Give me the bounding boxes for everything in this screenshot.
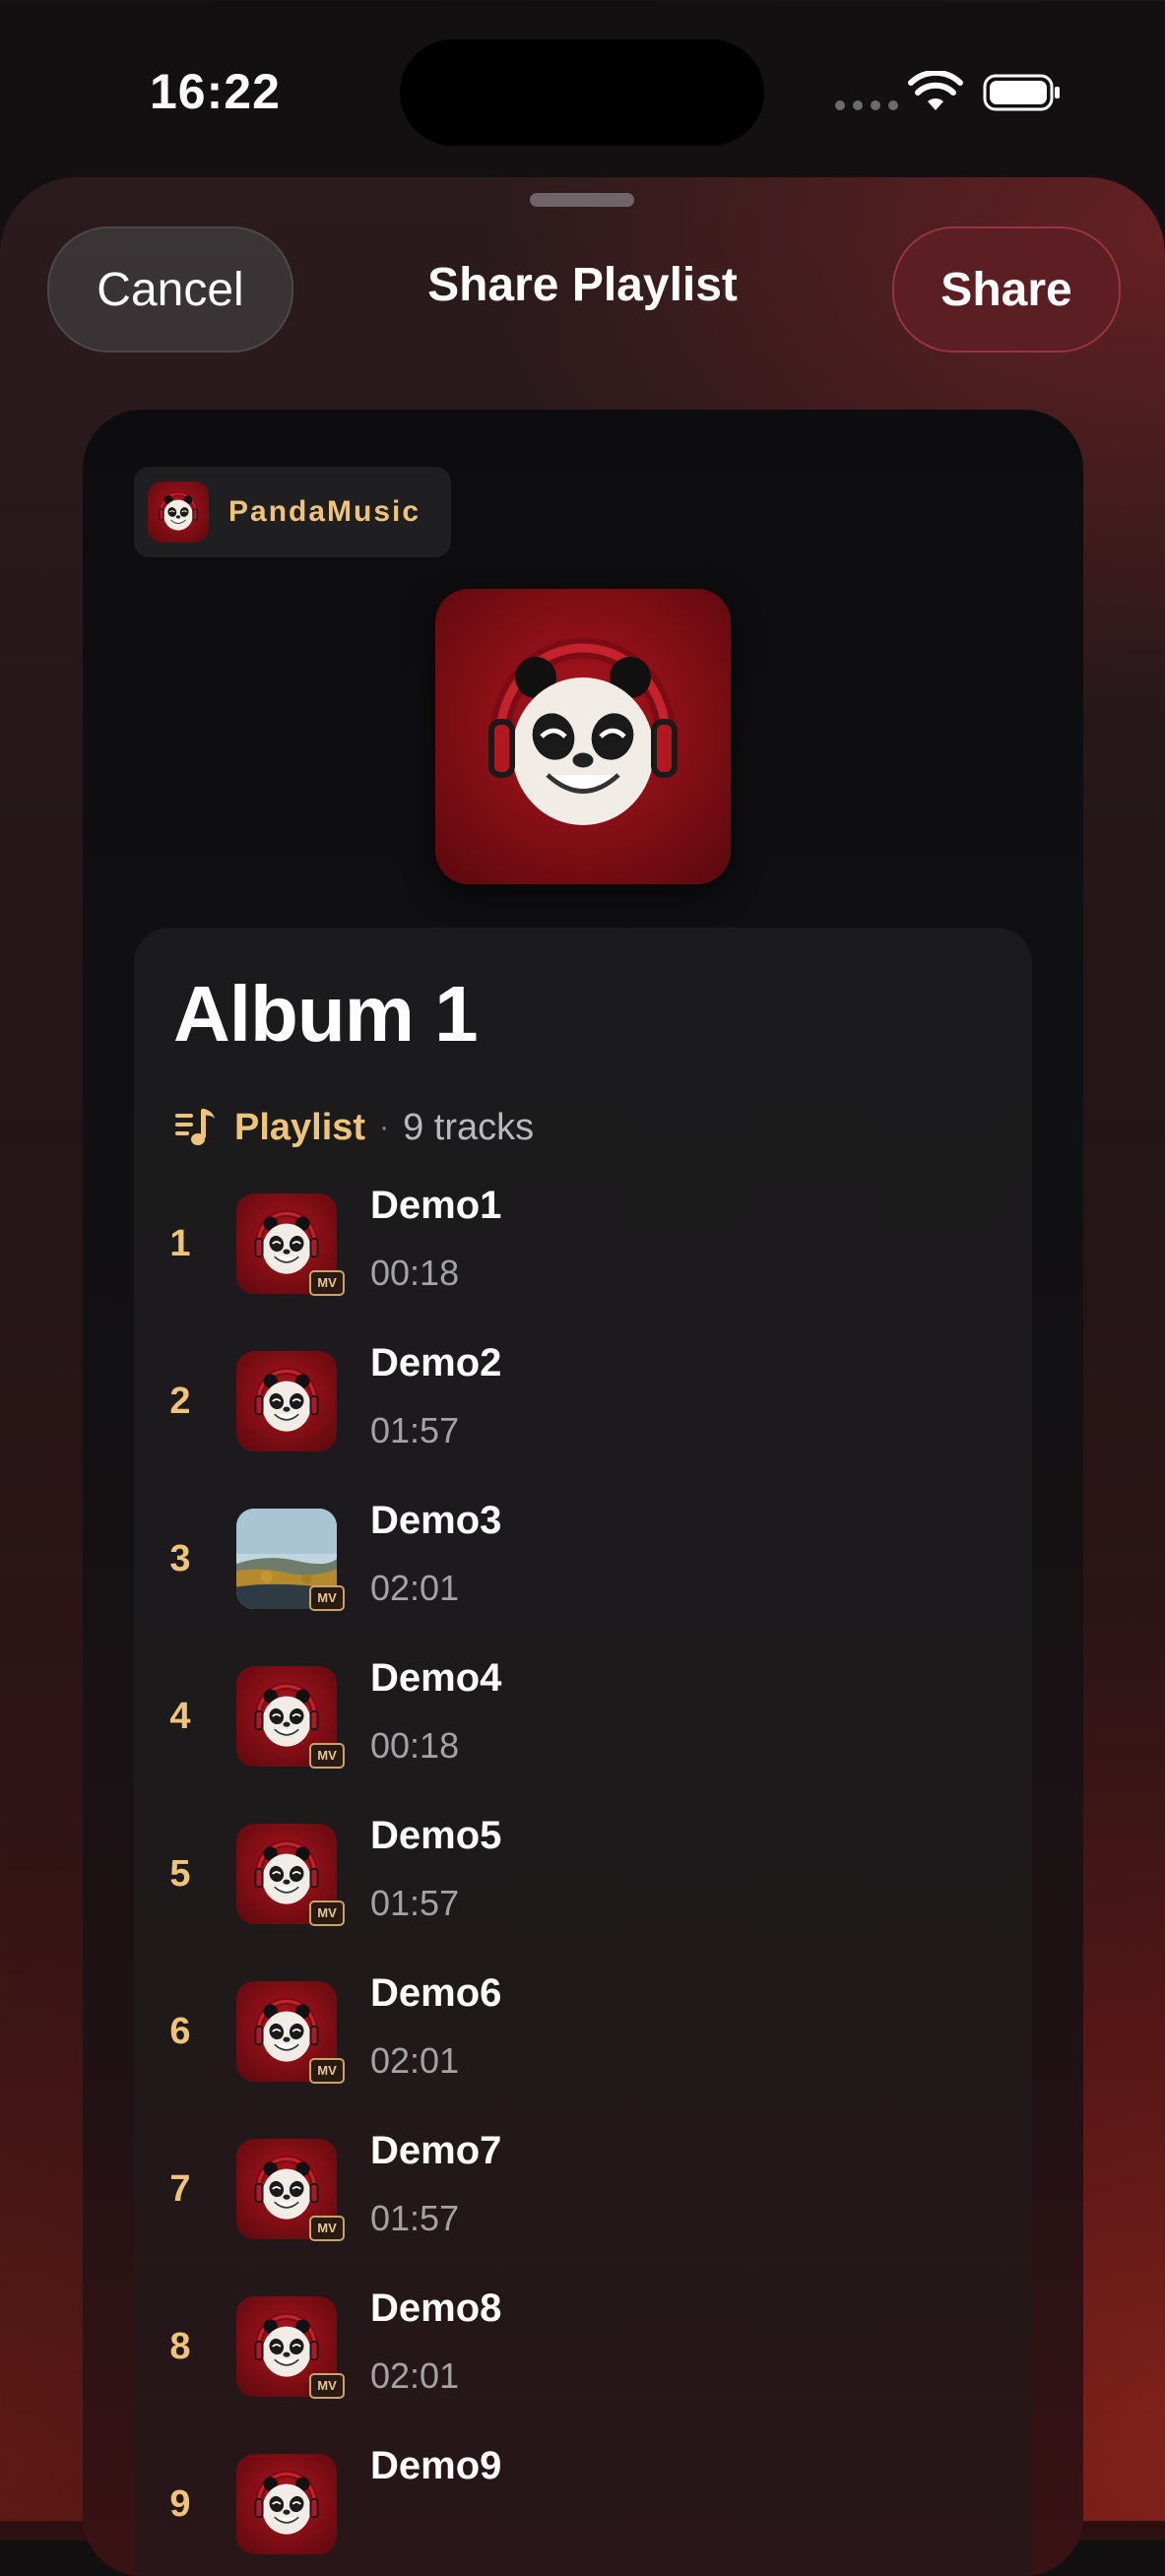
track-title: Demo3 <box>370 1499 502 1542</box>
track-title: Demo4 <box>370 1656 502 1700</box>
album-meta: Playlist · 9 tracks <box>173 1103 534 1152</box>
track-duration: 01:57 <box>370 2198 460 2238</box>
brand-chip: PandaMusic <box>134 467 451 557</box>
track-row[interactable]: 2 Demo2 01:57 <box>134 1341 1032 1479</box>
track-number: 4 <box>169 1696 191 1737</box>
track-duration: 00:18 <box>370 1253 460 1293</box>
cellular-signal-icon <box>835 100 898 110</box>
mv-badge: MV <box>309 1585 345 1611</box>
track-title: Demo5 <box>370 1814 502 1857</box>
track-count: 9 tracks <box>403 1106 535 1148</box>
track-number: 9 <box>169 2483 191 2525</box>
track-row[interactable]: 8 MV Demo8 02:01 <box>134 2286 1032 2424</box>
track-duration: 02:01 <box>370 2040 460 2081</box>
mv-badge: MV <box>309 2216 345 2241</box>
mv-badge: MV <box>309 2058 345 2084</box>
track-row[interactable]: 4 MV Demo4 00:18 <box>134 1656 1032 1794</box>
mv-badge: MV <box>309 2373 345 2399</box>
track-row[interactable]: 9 Demo9 <box>134 2444 1032 2576</box>
track-row[interactable]: 5 MV Demo5 01:57 <box>134 1814 1032 1952</box>
track-title: Demo8 <box>370 2286 502 2330</box>
share-card: PandaMusic Album 1 Playlist · 9 tracks 1… <box>83 410 1083 2576</box>
panda-headphones-art <box>236 2454 337 2554</box>
battery-icon <box>983 74 1060 111</box>
track-title: Demo9 <box>370 2444 502 2487</box>
dynamic-island <box>400 39 764 146</box>
track-number: 7 <box>169 2168 191 2210</box>
track-number: 8 <box>169 2326 191 2367</box>
sheet-grabber[interactable] <box>530 193 634 207</box>
track-row[interactable]: 6 MV Demo6 02:01 <box>134 1971 1032 2109</box>
status-bar: 16:22 <box>0 0 1165 177</box>
track-row[interactable]: 1 MV Demo1 00:18 <box>134 1184 1032 1321</box>
brand-logo <box>148 482 209 543</box>
track-duration: 01:57 <box>370 1410 460 1450</box>
album-title: Album 1 <box>173 970 479 1058</box>
brand-name: PandaMusic <box>228 495 421 528</box>
meta-separator: · <box>379 1111 390 1143</box>
track-number: 1 <box>169 1223 191 1264</box>
track-duration: 01:57 <box>370 1883 460 1923</box>
track-title: Demo6 <box>370 1971 502 2015</box>
album-cover <box>435 589 731 884</box>
track-duration: 00:18 <box>370 1725 460 1766</box>
track-title: Demo2 <box>370 1341 502 1385</box>
wifi-icon <box>908 71 963 110</box>
track-cover <box>236 2454 337 2554</box>
track-cover <box>236 1351 337 1451</box>
panda-headphones-art <box>148 482 209 543</box>
track-number: 5 <box>169 1853 191 1895</box>
track-duration: 02:01 <box>370 2355 460 2396</box>
track-number: 6 <box>169 2011 191 2052</box>
mv-badge: MV <box>309 1270 345 1296</box>
track-number: 2 <box>169 1381 191 1422</box>
mv-badge: MV <box>309 1900 345 1926</box>
panda-headphones-art <box>435 589 731 884</box>
track-title: Demo7 <box>370 2129 502 2172</box>
share-button[interactable]: Share <box>892 226 1121 353</box>
track-row[interactable]: 7 MV Demo7 01:57 <box>134 2129 1032 2267</box>
mv-badge: MV <box>309 1743 345 1769</box>
playlist-type-label: Playlist <box>234 1106 366 1148</box>
panda-headphones-art <box>236 1351 337 1451</box>
track-title: Demo1 <box>370 1184 502 1227</box>
track-number: 3 <box>169 1538 191 1579</box>
track-list-panel: Album 1 Playlist · 9 tracks 1 MV Demo1 0… <box>134 928 1032 2576</box>
status-time: 16:22 <box>150 64 281 119</box>
track-duration: 02:01 <box>370 1568 460 1608</box>
track-row[interactable]: 3 MV Demo3 02:01 <box>134 1499 1032 1637</box>
playlist-icon <box>175 1109 215 1145</box>
